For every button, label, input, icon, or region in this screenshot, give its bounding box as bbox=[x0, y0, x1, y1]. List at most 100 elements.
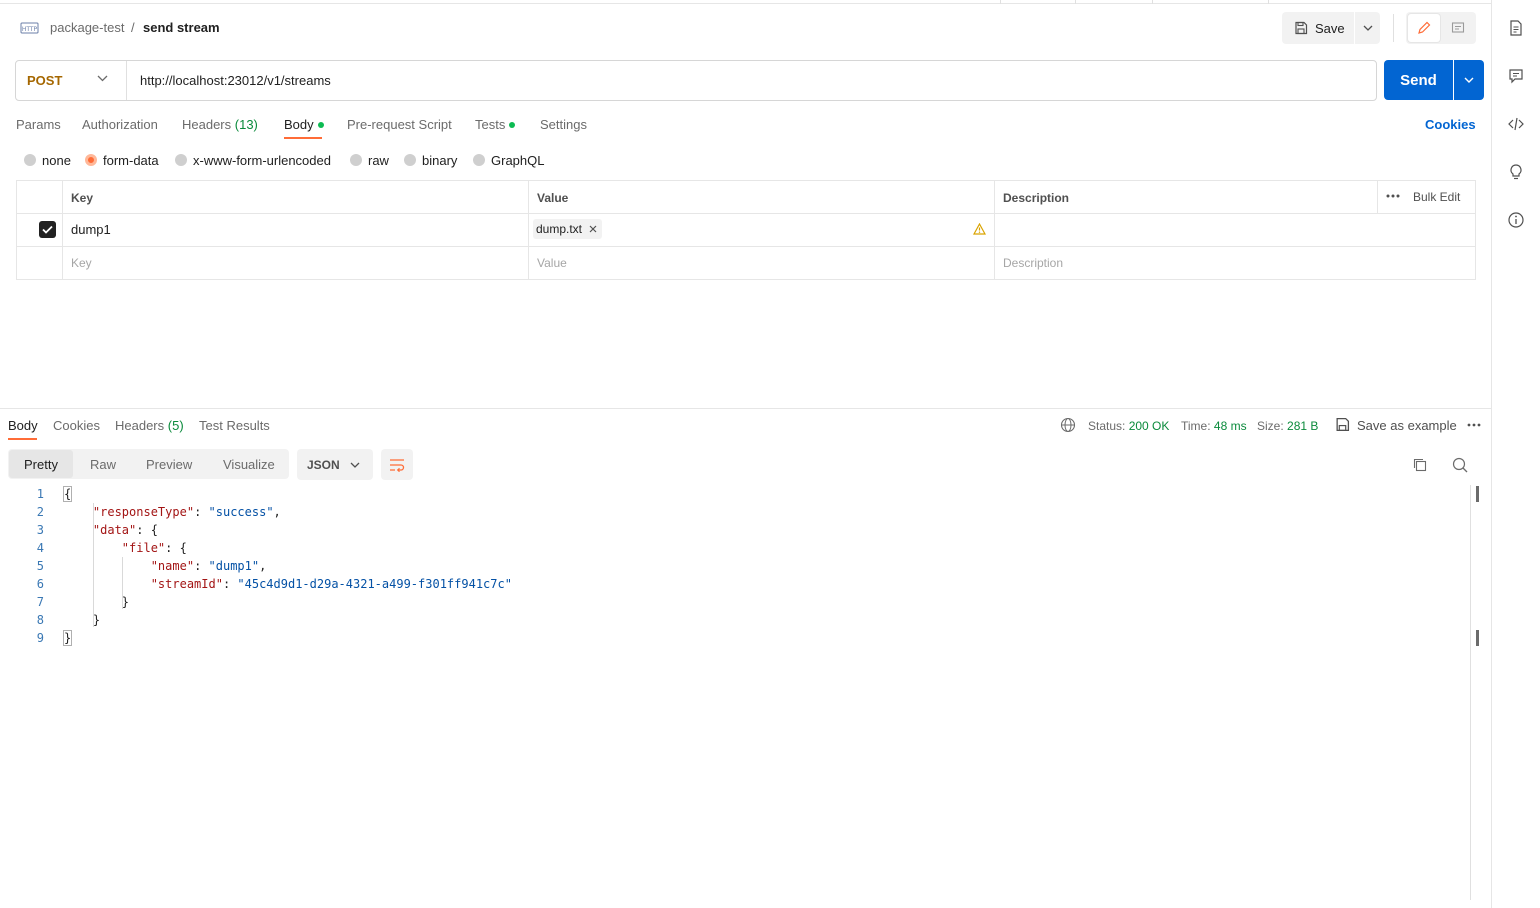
radio-none[interactable]: none bbox=[24, 153, 71, 168]
form-key-cell[interactable]: dump1 bbox=[71, 222, 111, 238]
cookies-link[interactable]: Cookies bbox=[1425, 117, 1476, 133]
code-line[interactable]: "responseType": "success", bbox=[64, 503, 281, 521]
radio-form-data[interactable]: form-data bbox=[85, 152, 159, 168]
more-options-icon[interactable] bbox=[1386, 194, 1400, 198]
code-line[interactable]: "data": { bbox=[64, 521, 158, 539]
search-icon[interactable] bbox=[1452, 457, 1468, 473]
breadcrumb-collection[interactable]: package-test bbox=[50, 20, 124, 36]
copy-icon[interactable] bbox=[1412, 457, 1428, 473]
key-placeholder[interactable]: Key bbox=[71, 255, 92, 271]
comment-mode-button[interactable] bbox=[1442, 14, 1474, 42]
tab-authorization[interactable]: Authorization bbox=[82, 117, 158, 133]
header-divider bbox=[1393, 14, 1394, 42]
radio-x-www-form-urlencoded[interactable]: x-www-form-urlencoded bbox=[175, 152, 331, 168]
response-tab-body[interactable]: Body bbox=[8, 418, 38, 434]
radio-raw[interactable]: raw bbox=[350, 153, 389, 168]
radio-binary[interactable]: binary bbox=[404, 153, 457, 168]
svg-text:HTTP: HTTP bbox=[22, 26, 38, 33]
pane-divider[interactable] bbox=[0, 408, 1491, 409]
close-icon[interactable] bbox=[589, 225, 597, 233]
save-dropdown-button[interactable] bbox=[1355, 12, 1380, 44]
send-dropdown-button[interactable] bbox=[1454, 60, 1484, 100]
status-value: 200 OK bbox=[1128, 419, 1170, 433]
tab-settings[interactable]: Settings bbox=[540, 117, 587, 133]
save-as-example-button[interactable]: Save as example bbox=[1357, 418, 1457, 434]
row-enabled-checkbox[interactable] bbox=[39, 221, 56, 238]
chevron-down-icon[interactable] bbox=[97, 75, 108, 82]
tab-params[interactable]: Params bbox=[16, 117, 61, 133]
edit-mode-button[interactable] bbox=[1408, 14, 1440, 42]
lightbulb-icon[interactable] bbox=[1507, 163, 1525, 181]
radio-circle bbox=[473, 154, 485, 166]
value-placeholder[interactable]: Value bbox=[537, 255, 567, 271]
warning-icon[interactable] bbox=[973, 223, 986, 235]
globe-icon[interactable] bbox=[1060, 417, 1076, 433]
send-button[interactable]: Send bbox=[1384, 60, 1453, 100]
radio-graphql[interactable]: GraphQL bbox=[473, 153, 544, 168]
response-tab-headers[interactable]: Headers (5) bbox=[115, 418, 184, 434]
checkmark-icon bbox=[42, 225, 53, 234]
comments-icon[interactable] bbox=[1507, 67, 1525, 85]
response-time: Time: 48 ms bbox=[1181, 418, 1247, 434]
tab-body[interactable]: Body bbox=[284, 117, 324, 133]
tab-body-label: Body bbox=[284, 117, 314, 132]
tab-body-indicator bbox=[317, 121, 324, 128]
code-line[interactable]: "file": { bbox=[64, 539, 187, 557]
radio-circle bbox=[175, 154, 187, 166]
response-tab-cookies[interactable]: Cookies bbox=[53, 418, 100, 434]
more-options-icon[interactable] bbox=[1467, 423, 1481, 427]
response-tab-headers-label: Headers bbox=[115, 418, 165, 433]
time-label: Time: bbox=[1181, 419, 1211, 433]
radio-label: x-www-form-urlencoded bbox=[193, 152, 331, 168]
time-value: 48 ms bbox=[1213, 419, 1247, 433]
json-key: "name" bbox=[150, 559, 195, 573]
json-string: "dump1" bbox=[208, 559, 260, 573]
radio-label: form-data bbox=[103, 152, 159, 168]
tab-tests[interactable]: Tests bbox=[475, 117, 516, 133]
tab-pre-request-script[interactable]: Pre-request Script bbox=[347, 117, 452, 133]
tab-headers[interactable]: Headers (13) bbox=[182, 117, 258, 133]
line-number: 4 bbox=[36, 541, 44, 555]
code-line[interactable]: "streamId": "45c4d9d1-d29a-4321-a499-f30… bbox=[64, 575, 512, 593]
code-icon[interactable] bbox=[1507, 115, 1525, 133]
save-icon[interactable] bbox=[1335, 417, 1350, 432]
description-placeholder[interactable]: Description bbox=[1003, 255, 1063, 271]
json-key: "responseType" bbox=[92, 505, 195, 519]
format-select[interactable]: JSON bbox=[297, 449, 373, 480]
view-preview-button[interactable]: Preview bbox=[146, 457, 192, 473]
column-header-description: Description bbox=[1003, 191, 1070, 205]
http-icon: HTTP bbox=[20, 20, 39, 36]
column-header-value: Value bbox=[537, 191, 569, 205]
url-input[interactable]: http://localhost:23012/v1/streams bbox=[140, 73, 331, 89]
size-value: 281 B bbox=[1287, 419, 1319, 433]
save-icon bbox=[1294, 21, 1308, 35]
code-line[interactable]: } bbox=[62, 629, 73, 647]
code-line[interactable]: } bbox=[64, 593, 129, 611]
line-number: 5 bbox=[36, 559, 44, 573]
bulk-edit-button[interactable]: Bulk Edit bbox=[1413, 190, 1460, 204]
breadcrumb-separator: / bbox=[131, 20, 135, 35]
file-chip-label: dump.txt bbox=[536, 222, 583, 236]
documentation-icon[interactable] bbox=[1507, 19, 1525, 37]
view-visualize-button[interactable]: Visualize bbox=[223, 457, 275, 473]
editor-scrollbar[interactable] bbox=[1470, 485, 1471, 900]
request-name[interactable]: send stream bbox=[143, 20, 220, 36]
right-sidebar-border bbox=[1491, 0, 1492, 908]
save-button[interactable]: Save bbox=[1282, 12, 1354, 44]
scrollbar-marker bbox=[1476, 486, 1479, 502]
file-chip[interactable]: dump.txt bbox=[533, 219, 603, 239]
info-icon[interactable] bbox=[1507, 211, 1525, 229]
wrap-lines-button[interactable] bbox=[381, 449, 413, 480]
json-string: "45c4d9d1-d29a-4321-a499-f301ff941c7c" bbox=[237, 577, 512, 591]
code-line[interactable]: { bbox=[62, 485, 73, 503]
size-label: Size: bbox=[1257, 419, 1284, 433]
code-line[interactable]: } bbox=[64, 611, 100, 629]
code-line[interactable]: "name": "dump1", bbox=[64, 557, 267, 575]
active-tab-underline bbox=[284, 137, 322, 139]
method-select[interactable]: POST bbox=[27, 73, 62, 89]
view-pretty-button[interactable]: Pretty bbox=[24, 457, 58, 473]
tab-headers-count: (13) bbox=[234, 117, 258, 132]
view-raw-button[interactable]: Raw bbox=[90, 457, 116, 473]
response-tab-test-results[interactable]: Test Results bbox=[199, 418, 270, 434]
line-number: 7 bbox=[36, 595, 44, 609]
